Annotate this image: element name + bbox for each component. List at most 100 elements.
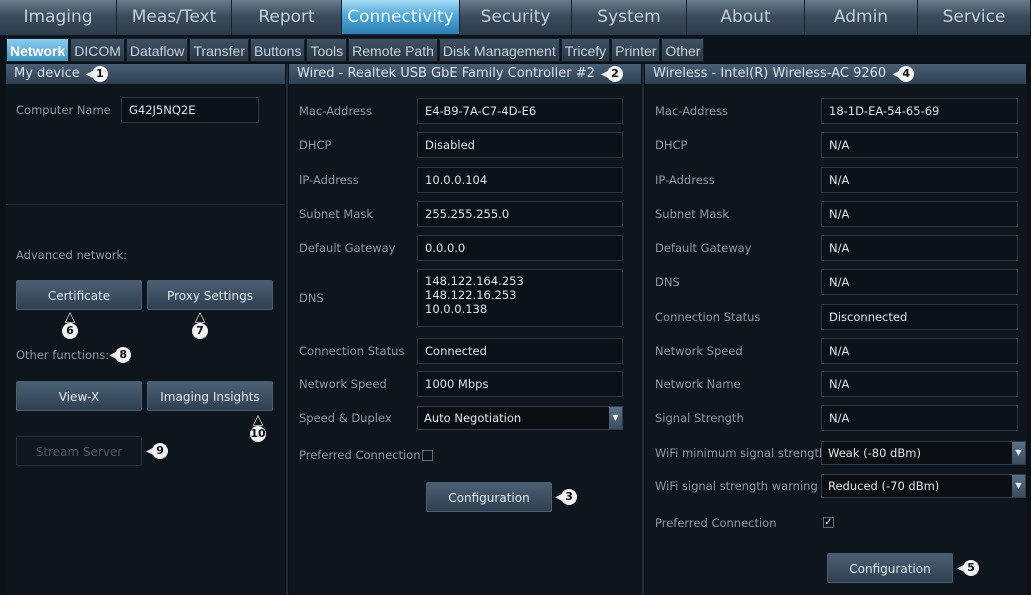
wireless-name-label: Network Name — [655, 377, 741, 391]
wireless-title: Wireless - Intel(R) Wireless-AC 9260 — [653, 66, 887, 81]
wired-preferred-checkbox[interactable] — [422, 450, 433, 461]
subtab-remote-path[interactable]: Remote Path — [348, 38, 438, 62]
wireless-ip-field[interactable]: N/A — [821, 167, 1018, 193]
imaging-insights-button[interactable]: Imaging Insights — [147, 381, 273, 411]
subtab-dataflow[interactable]: Dataflow — [125, 38, 189, 62]
wireless-dhcp-label: DHCP — [655, 138, 688, 152]
tab-connectivity[interactable]: Connectivity — [342, 0, 460, 34]
wired-speed-label: Network Speed — [299, 377, 387, 391]
wired-mac-label: Mac-Address — [299, 104, 372, 118]
wired-preferred-label: Preferred Connection — [299, 448, 421, 462]
wired-gateway-field[interactable]: 0.0.0.0 — [417, 235, 623, 261]
tab-meas-text[interactable]: Meas/Text — [117, 0, 232, 35]
my-device-header: My device ◂ 1 — [6, 64, 285, 84]
dns-entry: 148.122.164.253 — [425, 274, 524, 288]
wireless-status-field[interactable]: Disconnected — [821, 304, 1018, 330]
tab-system[interactable]: System — [572, 0, 687, 35]
wireless-signal-label: Signal Strength — [655, 411, 744, 425]
wired-title: Wired - Realtek USB GbE Family Controlle… — [297, 66, 595, 81]
advanced-network-label: Advanced network: — [16, 248, 128, 262]
subtab-buttons[interactable]: Buttons — [249, 38, 306, 62]
wireless-subnet-field[interactable]: N/A — [821, 201, 1018, 227]
speed-duplex-select[interactable]: Auto Negotiation ▼ — [417, 406, 623, 430]
wireless-gateway-field[interactable]: N/A — [821, 235, 1018, 261]
wired-header: Wired - Realtek USB GbE Family Controlle… — [289, 64, 641, 84]
wired-dns-field[interactable]: 148.122.164.253 148.122.16.253 10.0.0.13… — [417, 269, 623, 327]
view-x-button[interactable]: View-X — [16, 381, 142, 411]
wired-dns-label: DNS — [299, 291, 324, 305]
wifi-min-signal-select[interactable]: Weak (-80 dBm) ▼ — [821, 441, 1026, 465]
callout-6: △ 6 — [62, 310, 78, 339]
tab-about[interactable]: About — [687, 0, 805, 35]
wireless-signal-field[interactable]: N/A — [821, 405, 1018, 431]
wired-panel: Wired - Realtek USB GbE Family Controlle… — [289, 64, 641, 595]
subtab-tools[interactable]: Tools — [306, 38, 348, 62]
wireless-panel: Wireless - Intel(R) Wireless-AC 9260 ◂ 4 … — [645, 64, 1026, 595]
tab-imaging[interactable]: Imaging — [0, 0, 117, 35]
panel-separator — [642, 64, 644, 595]
wireless-mac-label: Mac-Address — [655, 104, 728, 118]
wireless-configuration-button[interactable]: Configuration — [827, 553, 953, 583]
callout-8: ◂ 8 — [109, 347, 132, 363]
wireless-subnet-label: Subnet Mask — [655, 207, 730, 221]
wifi-min-signal-value: Weak (-80 dBm) — [828, 446, 921, 460]
proxy-settings-button[interactable]: Proxy Settings — [147, 280, 273, 310]
stream-server-button[interactable]: Stream Server — [16, 436, 142, 466]
wireless-status-label: Connection Status — [655, 310, 761, 324]
wired-dhcp-label: DHCP — [299, 138, 332, 152]
wireless-preferred-label: Preferred Connection — [655, 516, 777, 530]
sub-tab-bar: Network DICOM Dataflow Transfer Buttons … — [0, 35, 1031, 62]
callout-1: ◂ 1 — [86, 64, 108, 84]
wireless-speed-field[interactable]: N/A — [821, 338, 1018, 364]
tab-security[interactable]: Security — [460, 0, 572, 35]
subtab-disk-management[interactable]: Disk Management — [438, 38, 560, 62]
wired-mac-field[interactable]: E4-B9-7A-C7-4D-E6 — [417, 98, 623, 124]
callout-5: ◂ 5 — [957, 560, 980, 576]
subtab-dicom[interactable]: DICOM — [70, 38, 125, 62]
wifi-min-signal-label: WiFi minimum signal strength — [655, 446, 827, 460]
wireless-ip-label: IP-Address — [655, 173, 715, 187]
wired-subnet-field[interactable]: 255.255.255.0 — [417, 201, 623, 227]
computer-name-label: Computer Name — [16, 103, 111, 117]
wireless-mac-field[interactable]: 18-1D-EA-54-65-69 — [821, 98, 1018, 124]
wireless-dhcp-field[interactable]: N/A — [821, 132, 1018, 158]
subtab-printer[interactable]: Printer — [611, 38, 661, 62]
dns-entry: 148.122.16.253 — [425, 288, 517, 302]
my-device-title: My device — [14, 66, 80, 81]
chevron-down-icon[interactable]: ▼ — [609, 407, 622, 429]
callout-2: ◂ 2 — [601, 64, 623, 84]
chevron-down-icon[interactable]: ▼ — [1012, 475, 1025, 497]
wired-status-field[interactable]: Connected — [417, 338, 623, 364]
wifi-warning-label: WiFi signal strength warning — [655, 479, 818, 493]
callout-3: ◂ 3 — [555, 489, 578, 505]
my-device-panel: My device ◂ 1 Computer Name G42J5NQ2E Adv… — [6, 64, 285, 595]
wireless-dns-field[interactable]: N/A — [821, 269, 1018, 295]
wired-configuration-button[interactable]: Configuration — [426, 482, 552, 512]
panel-separator — [286, 64, 288, 595]
wifi-warning-select[interactable]: Reduced (-70 dBm) ▼ — [821, 474, 1026, 498]
top-tab-bar: Imaging Meas/Text Report Connectivity Se… — [0, 0, 1031, 35]
wired-speed-field[interactable]: 1000 Mbps — [417, 371, 623, 397]
subtab-network[interactable]: Network — [6, 38, 70, 62]
subtab-tricefy[interactable]: Tricefy — [560, 38, 611, 62]
callout-4: ◂ 4 — [892, 64, 915, 84]
subtab-transfer[interactable]: Transfer — [189, 38, 249, 62]
callout-9: ◂ 9 — [146, 443, 169, 459]
tab-report[interactable]: Report — [232, 0, 342, 35]
callout-7: △ 7 — [192, 310, 208, 339]
tab-service[interactable]: Service — [918, 0, 1031, 35]
certificate-button[interactable]: Certificate — [16, 280, 142, 310]
wireless-preferred-checkbox[interactable]: ✓ — [823, 517, 834, 528]
other-functions-label: Other functions: — [16, 348, 110, 362]
divider — [6, 204, 285, 205]
subtab-other[interactable]: Other — [661, 38, 705, 62]
tab-admin[interactable]: Admin — [805, 0, 918, 35]
wired-duplex-label: Speed & Duplex — [299, 411, 392, 425]
chevron-down-icon[interactable]: ▼ — [1012, 442, 1025, 464]
wireless-name-field[interactable]: N/A — [821, 371, 1018, 397]
wired-ip-field[interactable]: 10.0.0.104 — [417, 167, 623, 193]
dns-entry: 10.0.0.138 — [425, 302, 488, 316]
speed-duplex-value: Auto Negotiation — [424, 411, 522, 425]
computer-name-field[interactable]: G42J5NQ2E — [121, 97, 259, 123]
wired-dhcp-field[interactable]: Disabled — [417, 132, 623, 158]
